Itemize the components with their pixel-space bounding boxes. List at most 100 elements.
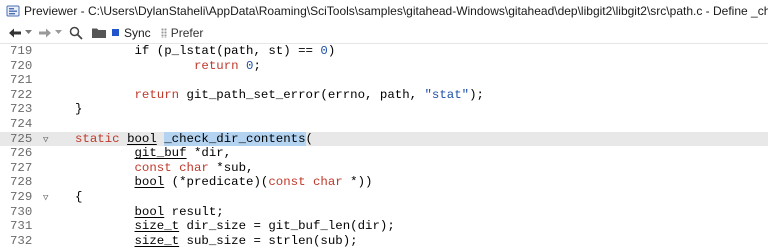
- back-history-dropdown[interactable]: [24, 24, 32, 42]
- selected-identifier[interactable]: _check_dir_contents: [164, 131, 306, 146]
- code-text: {: [75, 190, 82, 205]
- code-token: }: [75, 102, 83, 117]
- fold-toggle-icon[interactable]: ▽: [43, 133, 48, 148]
- code-token: if (p_lstat(path, st) ==: [75, 44, 321, 58]
- prefer-label: Prefer: [170, 25, 204, 40]
- window-title: Previewer - C:\Users\DylanStaheli\AppDat…: [24, 4, 768, 18]
- folder-icon: [92, 28, 106, 38]
- keyword-token: const: [134, 160, 172, 175]
- arrow-left-icon: [9, 28, 21, 37]
- line-number: 729: [10, 190, 33, 204]
- type-token[interactable]: bool: [135, 175, 165, 189]
- keyword-token: char: [179, 160, 209, 175]
- forward-button[interactable]: [36, 24, 54, 42]
- code-text: bool result;: [75, 205, 224, 220]
- code-line[interactable]: 720 return 0;: [0, 59, 768, 74]
- keyword-token: char: [312, 175, 343, 190]
- type-token[interactable]: bool: [127, 132, 157, 146]
- line-number: 725: [10, 131, 33, 146]
- code-token: ;: [253, 58, 261, 73]
- code-token: result;: [164, 204, 224, 219]
- code-line[interactable]: 729 ▽ {: [0, 190, 768, 205]
- line-number: 722: [10, 87, 33, 102]
- code-line[interactable]: 727 const char *sub,: [0, 161, 768, 176]
- code-line[interactable]: 719 if (p_lstat(path, st) == 0): [0, 44, 768, 59]
- line-number: 726: [10, 146, 33, 161]
- search-button[interactable]: [66, 24, 86, 42]
- type-token[interactable]: bool: [135, 205, 165, 219]
- title-bar: Previewer - C:\Users\DylanStaheli\AppDat…: [0, 0, 768, 22]
- code-line[interactable]: 732 size_t sub_size = strlen(sub);: [0, 234, 768, 248]
- back-button[interactable]: [6, 24, 24, 42]
- code-token: sub_size = strlen(sub);: [179, 233, 358, 248]
- string-token: "stat": [424, 87, 470, 102]
- code-line[interactable]: 721: [0, 73, 768, 88]
- code-text: size_t sub_size = strlen(sub);: [75, 234, 358, 248]
- code-editor[interactable]: 719 if (p_lstat(path, st) == 0) 720 retur…: [0, 44, 768, 248]
- chevron-down-icon: [24, 30, 32, 34]
- line-number: 719: [10, 44, 33, 58]
- type-token[interactable]: git_buf: [135, 146, 187, 160]
- code-token: ): [327, 44, 336, 58]
- keyword-token: static: [75, 131, 120, 146]
- arrow-right-icon: [39, 28, 51, 37]
- code-token: dir_size = git_buf_len(dir);: [179, 219, 395, 234]
- type-token[interactable]: size_t: [135, 234, 180, 248]
- code-text: git_buf *dir,: [75, 146, 232, 161]
- code-token: (*predicate)(: [164, 175, 269, 190]
- line-number: 724: [10, 117, 33, 131]
- grip-icon: [160, 27, 167, 38]
- keyword-token: return: [134, 87, 180, 102]
- code-line[interactable]: 723}: [0, 102, 768, 117]
- code-text: const char *sub,: [75, 161, 254, 176]
- code-line[interactable]: 730 bool result;: [0, 205, 768, 220]
- line-number: 727: [10, 160, 33, 175]
- fold-toggle-icon[interactable]: ▽: [43, 191, 48, 206]
- magnifier-icon: [69, 26, 83, 40]
- line-number: 730: [10, 204, 33, 219]
- code-text: size_t dir_size = git_buf_len(dir);: [75, 219, 395, 234]
- type-token[interactable]: size_t: [135, 219, 180, 233]
- code-token: {: [75, 190, 83, 204]
- sync-label: Sync: [124, 25, 151, 40]
- code-line[interactable]: 725 ▽ static bool _check_dir_contents(: [0, 131, 768, 148]
- code-token: *sub,: [208, 160, 254, 175]
- forward-history-dropdown[interactable]: [54, 24, 62, 42]
- line-number: 732: [10, 233, 33, 248]
- code-text: bool (*predicate)(const char *)): [75, 175, 373, 190]
- sync-toggle[interactable]: Sync: [112, 26, 151, 40]
- code-text: static bool _check_dir_contents(: [75, 131, 313, 147]
- line-number: 720: [10, 58, 33, 73]
- keyword-token: return: [193, 58, 239, 73]
- previewer-app-icon: [6, 5, 20, 17]
- code-line[interactable]: 724: [0, 117, 768, 132]
- toolbar: Sync Prefer: [0, 22, 768, 44]
- code-text: return 0;: [75, 59, 261, 74]
- line-number: 731: [10, 219, 33, 234]
- open-folder-button[interactable]: [90, 24, 108, 42]
- code-line[interactable]: 722 return git_path_set_error(errno, pat…: [0, 88, 768, 103]
- line-number: 721: [10, 73, 33, 88]
- code-line[interactable]: 731 size_t dir_size = git_buf_len(dir);: [0, 219, 768, 234]
- code-line[interactable]: 726 git_buf *dir,: [0, 146, 768, 161]
- number-token: 0: [320, 44, 328, 58]
- code-token: *)): [342, 175, 373, 190]
- sync-indicator-icon: [112, 29, 119, 36]
- line-number: 723: [10, 102, 33, 117]
- code-line[interactable]: 728 bool (*predicate)(const char *)): [0, 175, 768, 190]
- chevron-down-icon: [54, 30, 62, 34]
- keyword-token: const: [268, 175, 306, 190]
- prefer-toggle[interactable]: Prefer: [160, 25, 204, 40]
- code-token: *dir,: [186, 146, 232, 161]
